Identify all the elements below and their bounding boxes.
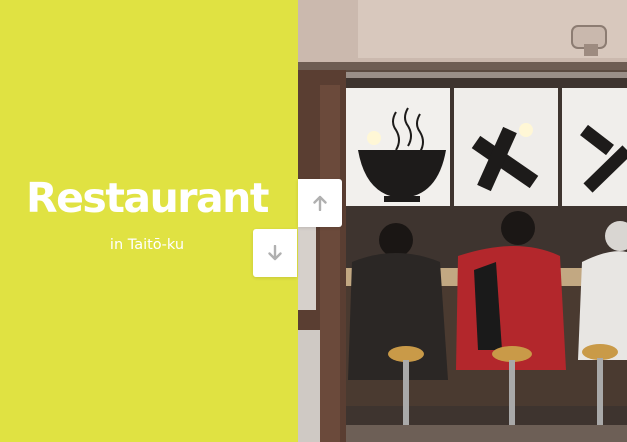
hero-panel: Restaurant in Taitō-ku [0, 0, 298, 442]
place-location: in Taitō-ku [109, 237, 185, 253]
previous-button[interactable] [298, 179, 342, 227]
next-button[interactable] [253, 229, 297, 277]
place-title: Restaurant [26, 174, 269, 222]
arrow-down-icon [268, 245, 282, 261]
arrow-up-icon [313, 195, 327, 211]
restaurant-photo [298, 0, 627, 442]
